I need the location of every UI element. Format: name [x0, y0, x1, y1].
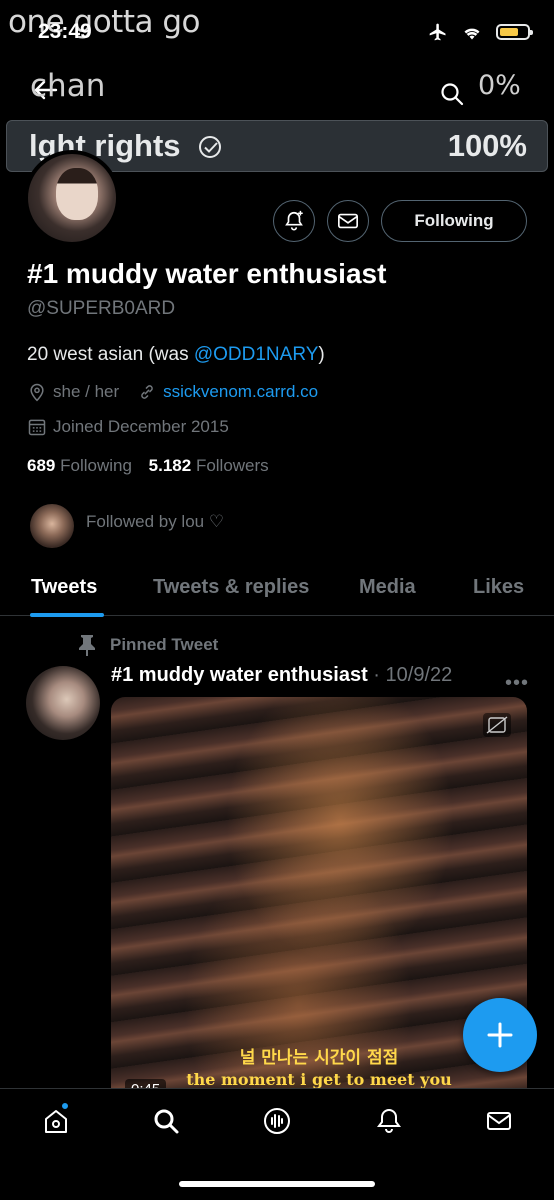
nav-home[interactable]: [42, 1107, 70, 1140]
active-tab-indicator: [30, 613, 104, 617]
tab-tweets[interactable]: Tweets: [31, 576, 97, 599]
wifi-icon: [464, 28, 480, 40]
followers-count-link[interactable]: 5.182 Followers: [149, 456, 269, 475]
following-count-link[interactable]: 689 Following: [27, 456, 132, 475]
notification-bell-plus-icon: [285, 210, 303, 231]
nav-notifications[interactable]: [375, 1107, 403, 1140]
compose-plus-icon: [487, 1022, 513, 1048]
status-icons: [428, 22, 533, 42]
followers-label: Followers: [195, 456, 269, 475]
pin-icon: [79, 635, 95, 656]
search-icon: [154, 1109, 179, 1134]
tab-media[interactable]: Media: [359, 576, 416, 599]
cc-icon[interactable]: [483, 713, 511, 737]
battery-icon: [496, 24, 533, 40]
bottom-nav: [0, 1088, 554, 1200]
notification-dot: [60, 1101, 70, 1111]
nav-search[interactable]: [152, 1107, 180, 1140]
home-indicator: [179, 1181, 375, 1187]
profile-top-bar: chan 0%: [0, 62, 554, 116]
calendar-icon: [28, 419, 46, 436]
profile-tabs: Tweets Tweets & replies Media Likes: [0, 566, 554, 617]
followed-by-text[interactable]: Followed by lou ♡: [86, 512, 224, 532]
bio-text: 20 west asian (was: [27, 344, 194, 365]
more-icon[interactable]: •••: [505, 672, 529, 695]
pinned-label: Pinned Tweet: [110, 635, 219, 654]
check-circle-icon: [199, 136, 221, 158]
nav-spaces[interactable]: [263, 1107, 291, 1140]
joined-row: Joined December 2015: [27, 417, 229, 437]
notification-bell-plus-button[interactable]: [273, 200, 315, 242]
status-time: 23:49: [38, 20, 92, 43]
compose-tweet-button[interactable]: [463, 998, 537, 1072]
follow-counts: 689 Following 5.182 Followers: [27, 456, 269, 476]
poll-option-percent: 100%: [447, 128, 527, 163]
airplane-icon: [429, 23, 446, 41]
link-icon: [141, 385, 153, 399]
joined-date: Joined December 2015: [53, 417, 229, 436]
tweet-author-name[interactable]: #1 muddy water enthusiast: [111, 664, 368, 686]
overlay-caption: one gotta go: [8, 4, 201, 40]
following-count: 689: [27, 456, 56, 475]
display-name: #1 muddy water enthusiast: [27, 258, 387, 289]
tweet-date[interactable]: 10/9/22: [386, 664, 453, 686]
search-icon[interactable]: [440, 82, 464, 111]
top-bar-percent: 0%: [478, 70, 521, 101]
tweet-separator: ·: [367, 664, 386, 686]
tweet-header: #1 muddy water enthusiast · 10/9/22: [111, 664, 452, 687]
website-link[interactable]: ssickvenom.carrd.co: [163, 382, 318, 402]
following-button[interactable]: Following: [381, 200, 527, 242]
followers-count: 5.182: [148, 456, 192, 475]
spaces-icon: [264, 1108, 290, 1134]
bell-icon: [377, 1108, 401, 1133]
video-subtitle-english: the moment i get to meet you: [186, 1070, 452, 1089]
location-icon: [30, 383, 44, 402]
following-label: Following: [60, 456, 132, 475]
mail-icon: [338, 213, 358, 229]
bio: 20 west asian (was @ODD1NARY): [27, 344, 325, 366]
pinned-indicator: Pinned Tweet: [78, 634, 218, 656]
pronouns: she / her: [53, 382, 120, 401]
tweet-author-avatar[interactable]: [26, 666, 100, 740]
top-bar-name: chan: [30, 68, 106, 104]
profile-meta-row: she / her ssickvenom.carrd.co: [27, 382, 318, 402]
tab-tweets-and-replies[interactable]: Tweets & replies: [153, 576, 309, 599]
mail-icon: [487, 1112, 511, 1130]
profile-avatar[interactable]: [24, 150, 120, 246]
nav-messages[interactable]: [485, 1107, 513, 1140]
home-icon: [45, 1110, 67, 1133]
tab-likes[interactable]: Likes: [473, 576, 524, 599]
message-button[interactable]: [327, 200, 369, 242]
followed-by-avatar[interactable]: [30, 504, 74, 548]
bio-text-end: ): [318, 344, 325, 365]
handle: @SUPERB0ARD: [27, 298, 176, 319]
bio-mention-link[interactable]: @ODD1NARY: [194, 344, 319, 365]
